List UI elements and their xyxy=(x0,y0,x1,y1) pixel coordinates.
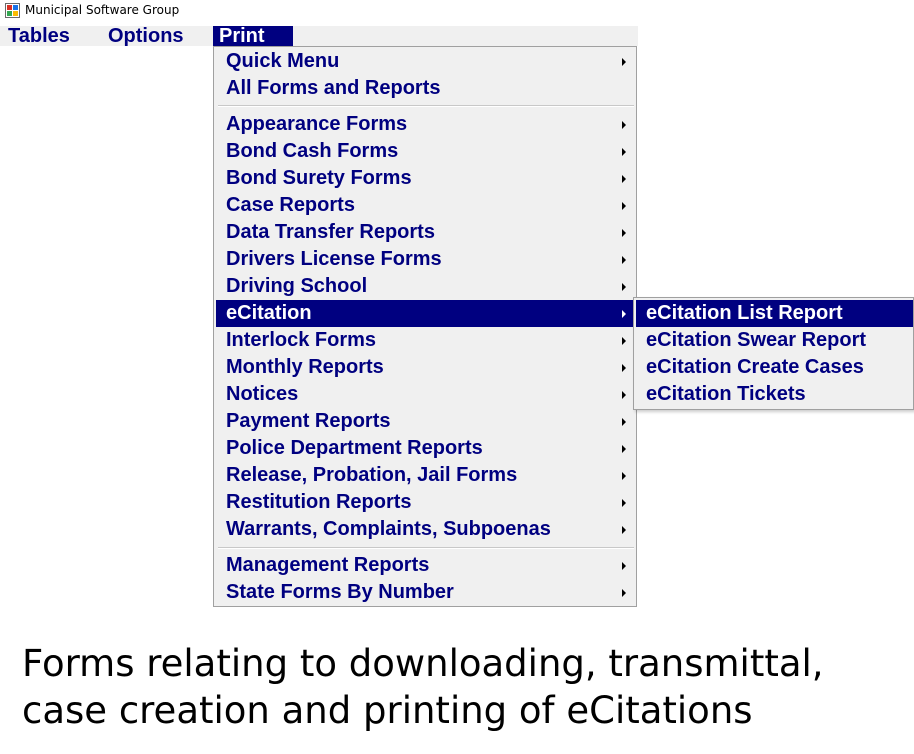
ecitation-submenu: eCitation List Report eCitation Swear Re… xyxy=(633,297,914,410)
menu-item-label: Police Department Reports xyxy=(226,437,483,459)
submenu-arrow-icon xyxy=(622,391,626,399)
submenu-arrow-icon xyxy=(622,229,626,237)
submenu-item-ecitation-swear-report[interactable]: eCitation Swear Report xyxy=(636,327,913,354)
menu-item-driving-school[interactable]: Driving School xyxy=(216,273,634,300)
menu-item-police-department-reports[interactable]: Police Department Reports xyxy=(216,435,634,462)
menu-item-management-reports[interactable]: Management Reports xyxy=(216,552,634,579)
menu-item-interlock-forms[interactable]: Interlock Forms xyxy=(216,327,634,354)
menu-item-bond-cash-forms[interactable]: Bond Cash Forms xyxy=(216,138,634,165)
submenu-item-label: eCitation Create Cases xyxy=(646,356,864,378)
menu-item-label: Release, Probation, Jail Forms xyxy=(226,464,518,486)
submenu-arrow-icon xyxy=(622,499,626,507)
submenu-item-ecitation-create-cases[interactable]: eCitation Create Cases xyxy=(636,354,913,381)
window-title: Municipal Software Group xyxy=(25,3,180,17)
submenu-arrow-icon xyxy=(622,121,626,129)
menu-bar: Tables Options Print xyxy=(0,26,638,46)
menu-item-warrants-complaints-subpoenas[interactable]: Warrants, Complaints, Subpoenas xyxy=(216,516,634,543)
menu-item-label: Data Transfer Reports xyxy=(226,221,435,243)
menu-item-label: eCitation xyxy=(226,302,312,324)
menu-separator xyxy=(218,547,634,549)
menu-item-label: Driving School xyxy=(226,275,368,297)
submenu-arrow-icon xyxy=(622,418,626,426)
menu-item-label: Interlock Forms xyxy=(226,329,377,351)
menu-item-label: Bond Cash Forms xyxy=(226,140,399,162)
submenu-item-label: eCitation Swear Report xyxy=(646,329,867,351)
submenu-arrow-icon xyxy=(622,202,626,210)
menu-tables[interactable]: Tables xyxy=(2,26,76,46)
menu-item-label: Warrants, Complaints, Subpoenas xyxy=(226,518,551,540)
menu-item-label: All Forms and Reports xyxy=(226,77,441,99)
menu-item-release-probation-jail-forms[interactable]: Release, Probation, Jail Forms xyxy=(216,462,634,489)
menu-separator xyxy=(218,105,634,107)
submenu-arrow-icon xyxy=(622,364,626,372)
menu-item-data-transfer-reports[interactable]: Data Transfer Reports xyxy=(216,219,634,246)
submenu-arrow-icon xyxy=(622,589,626,597)
menu-item-case-reports[interactable]: Case Reports xyxy=(216,192,634,219)
submenu-arrow-icon xyxy=(622,472,626,480)
caption-text: Forms relating to downloading, transmitt… xyxy=(22,642,824,732)
menu-item-label: Management Reports xyxy=(226,554,430,576)
menu-item-notices[interactable]: Notices xyxy=(216,381,634,408)
title-bar: Municipal Software Group xyxy=(0,0,914,22)
menu-item-label: Restitution Reports xyxy=(226,491,412,513)
submenu-arrow-icon xyxy=(622,337,626,345)
menu-item-ecitation[interactable]: eCitation xyxy=(216,300,634,327)
submenu-item-ecitation-tickets[interactable]: eCitation Tickets xyxy=(636,381,913,408)
submenu-arrow-icon xyxy=(622,526,626,534)
submenu-arrow-icon xyxy=(622,310,626,318)
submenu-arrow-icon xyxy=(622,58,626,66)
menu-item-label: Quick Menu xyxy=(226,50,340,72)
menu-item-all-forms-and-reports[interactable]: All Forms and Reports xyxy=(216,75,634,102)
app-window-icon xyxy=(5,3,20,18)
menu-print[interactable]: Print xyxy=(213,26,293,46)
menu-item-label: State Forms By Number xyxy=(226,581,454,603)
menu-item-payment-reports[interactable]: Payment Reports xyxy=(216,408,634,435)
menu-item-monthly-reports[interactable]: Monthly Reports xyxy=(216,354,634,381)
submenu-arrow-icon xyxy=(622,562,626,570)
menu-item-label: Appearance Forms xyxy=(226,113,408,135)
menu-item-bond-surety-forms[interactable]: Bond Surety Forms xyxy=(216,165,634,192)
submenu-arrow-icon xyxy=(622,283,626,291)
menu-item-appearance-forms[interactable]: Appearance Forms xyxy=(216,111,634,138)
menu-options[interactable]: Options xyxy=(102,26,190,46)
menu-item-label: Monthly Reports xyxy=(226,356,384,378)
menu-item-state-forms-by-number[interactable]: State Forms By Number xyxy=(216,579,634,606)
menu-item-label: Bond Surety Forms xyxy=(226,167,412,189)
submenu-arrow-icon xyxy=(622,175,626,183)
menu-item-restitution-reports[interactable]: Restitution Reports xyxy=(216,489,634,516)
submenu-item-label: eCitation List Report xyxy=(646,302,843,324)
print-dropdown-menu: Quick Menu All Forms and Reports Appeara… xyxy=(213,46,637,607)
menu-item-drivers-license-forms[interactable]: Drivers License Forms xyxy=(216,246,634,273)
submenu-arrow-icon xyxy=(622,148,626,156)
submenu-item-label: eCitation Tickets xyxy=(646,383,806,405)
menu-item-label: Payment Reports xyxy=(226,410,391,432)
submenu-item-ecitation-list-report[interactable]: eCitation List Report xyxy=(636,300,913,327)
menu-item-label: Notices xyxy=(226,383,299,405)
submenu-arrow-icon xyxy=(622,256,626,264)
menu-item-label: Case Reports xyxy=(226,194,355,216)
submenu-arrow-icon xyxy=(622,445,626,453)
menu-item-quick-menu[interactable]: Quick Menu xyxy=(216,48,634,75)
menu-item-label: Drivers License Forms xyxy=(226,248,442,270)
